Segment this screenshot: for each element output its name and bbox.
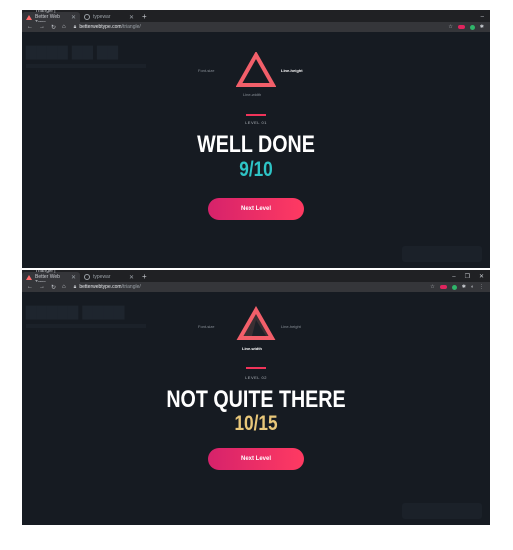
extension-red-icon[interactable] bbox=[457, 25, 465, 29]
accent-divider bbox=[246, 114, 266, 116]
url-host: betterwebtype.com bbox=[79, 24, 122, 30]
tab-title: typewar bbox=[93, 14, 111, 20]
puzzle-icon[interactable]: ✱ bbox=[462, 284, 466, 290]
close-window-icon[interactable]: ✕ bbox=[479, 272, 484, 282]
level-label: LEVEL 02 bbox=[245, 375, 267, 380]
accent-divider bbox=[246, 367, 266, 369]
label-line-width: Line-width bbox=[242, 346, 262, 351]
forward-icon[interactable]: → bbox=[39, 24, 45, 31]
next-level-button[interactable]: Next Level bbox=[208, 448, 304, 470]
extension-red-icon[interactable] bbox=[439, 285, 447, 289]
tab-bar: Triangle | Better Web Type ✕ typewar ✕ +… bbox=[22, 270, 490, 286]
reload-icon[interactable]: ↻ bbox=[51, 24, 56, 31]
background-text bbox=[26, 64, 146, 68]
label-line-width: Line-width bbox=[243, 92, 262, 97]
screenshot-2: Triangle | Better Web Type ✕ typewar ✕ +… bbox=[22, 270, 490, 525]
tab-triangle[interactable]: Triangle | Better Web Type ✕ bbox=[22, 10, 80, 26]
background-heading: ▇▇▇▇▇ ▇▇▇▇ bbox=[26, 304, 125, 319]
new-tab-icon[interactable]: + bbox=[142, 272, 147, 282]
url-path: /triangle/ bbox=[121, 24, 141, 30]
minimize-icon[interactable]: – bbox=[481, 12, 484, 22]
score-value: 10/15 bbox=[234, 412, 278, 435]
label-line-height: Line-height bbox=[281, 324, 301, 329]
clock-favicon-icon bbox=[84, 274, 90, 280]
menu-icon[interactable]: ⋮ bbox=[479, 284, 484, 290]
triangle-favicon-icon bbox=[26, 14, 32, 20]
page-content: ▇▇▇▇▇ ▇▇▇▇ Font-size Line-height Line-wi… bbox=[22, 292, 490, 525]
close-tab-icon[interactable]: ✕ bbox=[129, 14, 134, 21]
close-tab-icon[interactable]: ✕ bbox=[129, 274, 134, 281]
address-bar: ← → ↻ ⌂ 🔒︎ betterwebtype.com/triangle/ ☆… bbox=[22, 22, 490, 32]
lock-icon: 🔒︎ bbox=[73, 284, 77, 290]
extension-green-icon[interactable] bbox=[451, 284, 457, 290]
close-tab-icon[interactable]: ✕ bbox=[71, 274, 76, 281]
triangle-icon bbox=[236, 306, 276, 340]
window-controls: – bbox=[481, 12, 490, 22]
close-tab-icon[interactable]: ✕ bbox=[71, 14, 76, 21]
triangle-favicon-icon bbox=[26, 274, 32, 280]
profile-icon[interactable]: ◐ bbox=[471, 284, 474, 290]
next-level-button[interactable]: Next Level bbox=[208, 198, 304, 220]
triangle-diagram: Font-size Line-height Line-width bbox=[196, 52, 316, 100]
tab-typewar[interactable]: typewar ✕ bbox=[80, 12, 138, 22]
screenshot-1: Triangle | Better Web Type ✕ typewar ✕ +… bbox=[22, 10, 490, 268]
clock-favicon-icon bbox=[84, 14, 90, 20]
background-text bbox=[26, 324, 146, 328]
url-host: betterwebtype.com bbox=[79, 284, 122, 290]
tab-triangle[interactable]: Triangle | Better Web Type ✕ bbox=[22, 270, 80, 286]
window-controls: – ❐ ✕ bbox=[452, 272, 490, 282]
background-button bbox=[402, 246, 482, 262]
star-icon[interactable]: ☆ bbox=[448, 24, 452, 30]
back-icon[interactable]: ← bbox=[27, 284, 33, 291]
label-font-size: Font-size bbox=[198, 68, 215, 73]
label-font-size: Font-size bbox=[198, 324, 215, 329]
new-tab-icon[interactable]: + bbox=[142, 12, 147, 22]
page-content: ▇▇▇▇ ▇▇ ▇▇ Font-size Line-height Line-wi… bbox=[22, 32, 490, 268]
triangle-diagram: Font-size Line-height Line-width bbox=[196, 306, 316, 354]
home-icon[interactable]: ⌂ bbox=[62, 24, 66, 31]
tab-bar: Triangle | Better Web Type ✕ typewar ✕ +… bbox=[22, 10, 490, 26]
star-icon[interactable]: ☆ bbox=[430, 284, 434, 290]
puzzle-icon[interactable]: ✱ bbox=[480, 24, 484, 30]
label-line-height: Line-height bbox=[281, 68, 303, 73]
forward-icon[interactable]: → bbox=[39, 284, 45, 291]
address-bar: ← → ↻ ⌂ 🔒︎ betterwebtype.com/triangle/ ☆… bbox=[22, 282, 490, 292]
restore-icon[interactable]: ❐ bbox=[465, 272, 470, 282]
url-field[interactable]: 🔒︎ betterwebtype.com/triangle/ bbox=[74, 284, 141, 290]
back-icon[interactable]: ← bbox=[27, 24, 33, 31]
url-path: /triangle/ bbox=[121, 284, 141, 290]
minimize-icon[interactable]: – bbox=[452, 272, 455, 282]
reload-icon[interactable]: ↻ bbox=[51, 284, 56, 291]
tab-typewar[interactable]: typewar ✕ bbox=[80, 272, 138, 282]
tab-title: typewar bbox=[93, 274, 111, 280]
level-label: LEVEL 01 bbox=[245, 120, 267, 125]
score-value: 9/10 bbox=[239, 158, 273, 181]
background-heading: ▇▇▇▇ ▇▇ ▇▇ bbox=[26, 44, 119, 59]
result-headline: NOT QUITE THERE bbox=[166, 386, 346, 413]
home-icon[interactable]: ⌂ bbox=[62, 284, 66, 291]
triangle-icon bbox=[236, 52, 276, 87]
url-field[interactable]: 🔒︎ betterwebtype.com/triangle/ bbox=[74, 24, 141, 30]
result-headline: WELL DONE bbox=[197, 131, 315, 158]
background-button bbox=[402, 503, 482, 519]
lock-icon: 🔒︎ bbox=[73, 24, 77, 30]
extension-green-icon[interactable] bbox=[469, 24, 475, 30]
